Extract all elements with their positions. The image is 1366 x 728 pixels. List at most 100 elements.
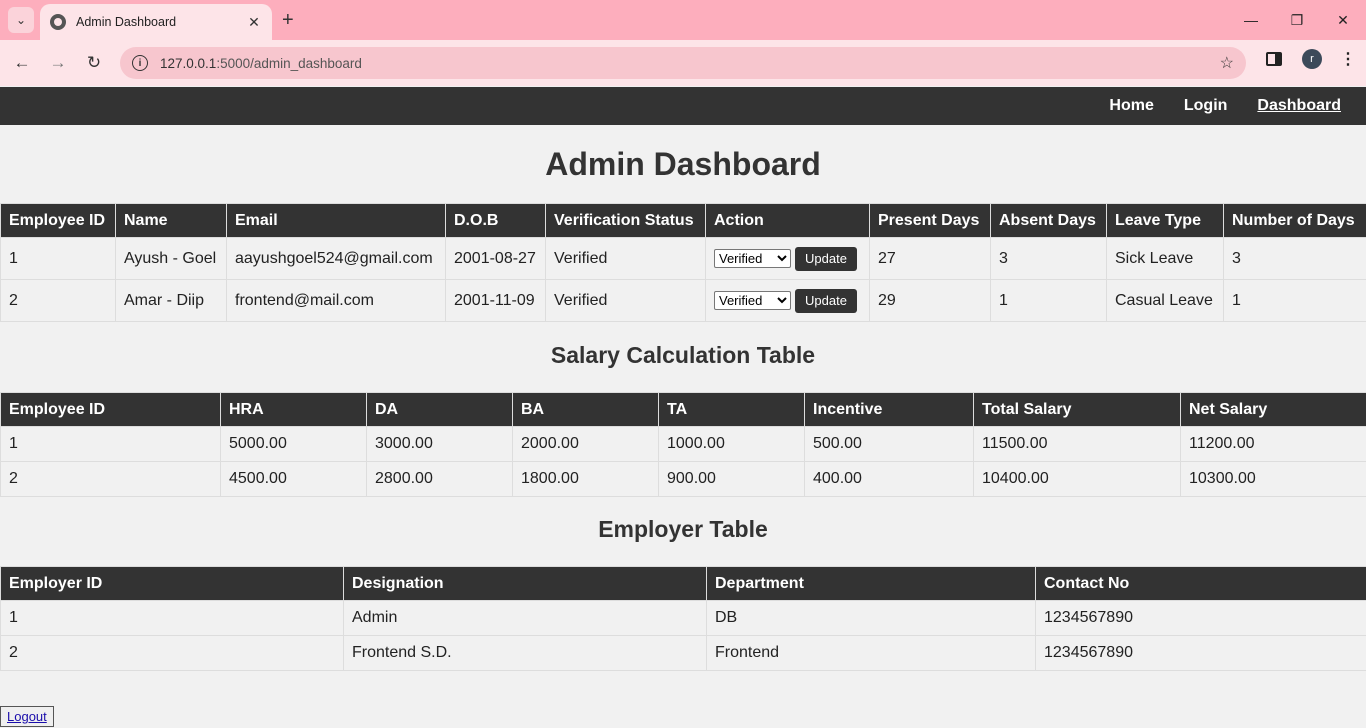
col-header: Employer ID (0, 566, 344, 601)
verification-select[interactable]: Verified (714, 291, 791, 310)
restore-button[interactable]: ❐ (1274, 0, 1320, 40)
profile-avatar[interactable]: r (1302, 49, 1322, 69)
cell-name: Amar - Diip (115, 279, 227, 322)
table-cell: 10300.00 (1180, 461, 1366, 497)
bookmark-star-icon[interactable]: ☆ (1220, 53, 1234, 73)
employer-table: Employer ID Designation Department Conta… (0, 566, 1366, 671)
table-cell: 400.00 (804, 461, 974, 497)
cell-number-of-days: 1 (1223, 279, 1366, 322)
url-text[interactable]: 127.0.0.1:5000/admin_dashboard (160, 56, 1220, 71)
col-header: Department (706, 566, 1036, 601)
table-cell: 1234567890 (1035, 600, 1366, 636)
col-header: DA (366, 392, 513, 427)
table-cell: 2 (0, 461, 221, 497)
employee-table: Employee ID Name Email D.O.B Verificatio… (0, 203, 1366, 322)
col-header: Employee ID (0, 392, 221, 427)
update-button[interactable]: Update (795, 288, 857, 313)
table-cell: 1 (0, 426, 221, 462)
col-header: Verification Status (545, 203, 706, 238)
table-cell: 1 (0, 600, 344, 636)
col-header: Number of Days (1223, 203, 1366, 238)
col-header: Incentive (804, 392, 974, 427)
employer-table-title: Employer Table (598, 516, 768, 542)
col-header: Present Days (869, 203, 991, 238)
table-cell: Admin (343, 600, 707, 636)
site-info-icon[interactable]: i (132, 55, 148, 71)
browser-toolbar: ← → ↻ i 127.0.0.1:5000/admin_dashboard ☆… (0, 40, 1366, 86)
table-cell: DB (706, 600, 1036, 636)
col-header: HRA (220, 392, 367, 427)
table-cell: 900.00 (658, 461, 805, 497)
close-tab-icon[interactable]: ✕ (246, 14, 262, 31)
cell-email: aayushgoel524@gmail.com (226, 237, 446, 280)
new-tab-button[interactable]: + (282, 9, 294, 32)
cell-status: Verified (545, 237, 706, 280)
table-cell: 1800.00 (512, 461, 659, 497)
table-cell: 11200.00 (1180, 426, 1366, 462)
table-row: 2 Amar - Diip frontend@mail.com 2001-11-… (0, 279, 1366, 322)
browser-tab[interactable]: Admin Dashboard ✕ (40, 4, 272, 40)
col-header: Name (115, 203, 227, 238)
table-row: 2 4500.00 2800.00 1800.00 900.00 400.00 … (0, 461, 1366, 497)
window-controls: — ❐ ✕ (1228, 0, 1366, 40)
table-cell: 1000.00 (658, 426, 805, 462)
col-header: Designation (343, 566, 707, 601)
side-panel-icon[interactable] (1266, 52, 1282, 66)
table-cell: 2800.00 (366, 461, 513, 497)
nav-login-link[interactable]: Login (1184, 97, 1228, 115)
cell-status: Verified (545, 279, 706, 322)
kebab-menu-icon[interactable]: ⋮ (1340, 49, 1356, 69)
table-row: 2 Frontend S.D. Frontend 1234567890 (0, 635, 1366, 671)
table-cell: 2000.00 (512, 426, 659, 462)
table-cell: 1234567890 (1035, 635, 1366, 671)
table-cell: Frontend S.D. (343, 635, 707, 671)
cell-absent-days: 3 (990, 237, 1107, 280)
cell-dob: 2001-11-09 (445, 279, 546, 322)
table-row: 1 Admin DB 1234567890 (0, 600, 1366, 636)
col-header: Action (705, 203, 870, 238)
url-path: :5000/admin_dashboard (216, 55, 362, 71)
tab-search-button[interactable]: ⌄ (8, 7, 34, 33)
minimize-button[interactable]: — (1228, 0, 1274, 40)
cell-number-of-days: 3 (1223, 237, 1366, 280)
cell-name: Ayush - Goel (115, 237, 227, 280)
table-cell: Frontend (706, 635, 1036, 671)
col-header: Leave Type (1106, 203, 1224, 238)
cell-present-days: 29 (869, 279, 991, 322)
col-header: Total Salary (973, 392, 1181, 427)
col-header: TA (658, 392, 805, 427)
table-row: 1 5000.00 3000.00 2000.00 1000.00 500.00… (0, 426, 1366, 462)
globe-icon (50, 14, 66, 30)
nav-dashboard-link[interactable]: Dashboard (1257, 97, 1341, 115)
reload-button[interactable]: ↻ (80, 49, 108, 77)
table-cell: 5000.00 (220, 426, 367, 462)
table-cell: 500.00 (804, 426, 974, 462)
forward-button[interactable]: → (44, 49, 72, 77)
table-cell: 3000.00 (366, 426, 513, 462)
nav-home-link[interactable]: Home (1109, 97, 1153, 115)
table-cell: 2 (0, 635, 344, 671)
cell-employee-id: 2 (0, 279, 116, 322)
employer-table-header: Employer ID Designation Department Conta… (0, 566, 1366, 601)
main-content: Admin Dashboard Employee ID Name Email D… (0, 125, 1366, 671)
tab-strip: ⌄ Admin Dashboard ✕ + — ❐ ✕ (0, 0, 1366, 40)
salary-table-title: Salary Calculation Table (550, 342, 816, 368)
col-header: Net Salary (1180, 392, 1366, 427)
col-header: D.O.B (445, 203, 546, 238)
cell-email: frontend@mail.com (226, 279, 446, 322)
page-title: Admin Dashboard (545, 146, 821, 182)
table-row: 1 Ayush - Goel aayushgoel524@gmail.com 2… (0, 237, 1366, 280)
employee-table-header: Employee ID Name Email D.O.B Verificatio… (0, 203, 1366, 238)
verification-select[interactable]: Verified (714, 249, 791, 268)
table-cell: 4500.00 (220, 461, 367, 497)
cell-action: Verified Update (705, 279, 870, 322)
cell-leave-type: Sick Leave (1106, 237, 1224, 280)
update-button[interactable]: Update (795, 246, 857, 271)
address-bar[interactable]: i 127.0.0.1:5000/admin_dashboard ☆ (120, 47, 1246, 79)
table-cell: 10400.00 (973, 461, 1181, 497)
cell-employee-id: 1 (0, 237, 116, 280)
back-button[interactable]: ← (8, 49, 36, 77)
logout-button[interactable]: Logout (0, 706, 54, 727)
cell-leave-type: Casual Leave (1106, 279, 1224, 322)
close-window-button[interactable]: ✕ (1320, 0, 1366, 40)
